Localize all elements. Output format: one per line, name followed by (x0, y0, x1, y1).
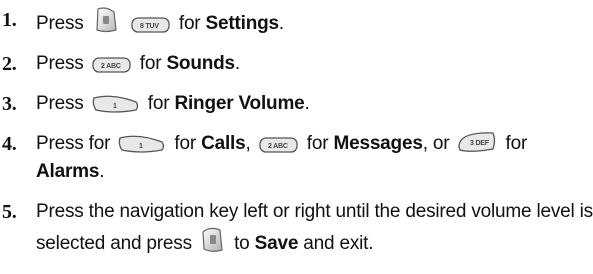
step-number: 1. (2, 9, 17, 31)
step-item: 5. Press the navigation key left or right… (0, 198, 593, 258)
menu-option-name: Save (254, 233, 299, 254)
step-text: , or (422, 133, 450, 154)
step-text: for (174, 133, 196, 154)
svg-text:2 ABC: 2 ABC (101, 63, 121, 70)
step-number: 3. (2, 93, 17, 115)
step-number: 2. (2, 53, 17, 75)
step-item: 2. Press 2 ABC for Sounds. (0, 50, 593, 78)
ok-softkey-icon (200, 226, 226, 254)
key-2-icon: 2 ABC (259, 136, 299, 154)
step-text: Press for (36, 133, 111, 154)
svg-text:3 DEF: 3 DEF (470, 140, 490, 147)
step-text: for (178, 13, 201, 34)
svg-text:1: 1 (113, 103, 117, 110)
step-text: Press (36, 53, 84, 74)
step-text: . (99, 161, 105, 182)
step-text: to (234, 233, 250, 254)
step-text: . (234, 53, 240, 74)
menu-option-name: Messages (333, 133, 423, 154)
step-item: 1. Press 8 TUV for Settings. (0, 6, 593, 38)
step-item: 4. Press for 1 for Calls, 2 ABC for Messa… (0, 130, 593, 186)
menu-softkey-icon (92, 6, 120, 34)
step-text: . (278, 13, 284, 34)
step-text: for (306, 133, 329, 154)
key-8-icon: 8 TUV (131, 16, 171, 34)
step-text: for (147, 93, 170, 114)
key-3-icon: 3 DEF (457, 130, 497, 154)
step-text: Press (36, 93, 84, 114)
key-1-icon: 1 (118, 134, 166, 154)
step-number: 4. (2, 133, 17, 155)
svg-text:8 TUV: 8 TUV (140, 23, 159, 30)
step-text: . (304, 93, 310, 114)
menu-option-name: Calls (201, 133, 246, 154)
menu-option-name: Settings (205, 13, 280, 34)
instruction-steps: 1. Press 8 TUV for Settings. 2. Press 2 ABC… (0, 6, 593, 258)
menu-option-name: Alarms (36, 161, 100, 182)
step-number: 5. (2, 201, 17, 223)
step-text: for (139, 53, 162, 74)
key-1-icon: 1 (92, 94, 140, 114)
step-text: Press (36, 13, 84, 34)
step-text: for (505, 133, 528, 154)
menu-option-name: Sounds (166, 53, 235, 74)
step-item: 3. Press 1 for Ringer Volume. (0, 90, 593, 118)
svg-text:2 ABC: 2 ABC (268, 143, 288, 150)
key-2-icon: 2 ABC (92, 56, 132, 74)
step-text: and exit. (303, 233, 374, 254)
svg-text:1: 1 (139, 143, 143, 150)
step-text: , (245, 133, 251, 154)
menu-option-name: Ringer Volume (174, 93, 305, 114)
